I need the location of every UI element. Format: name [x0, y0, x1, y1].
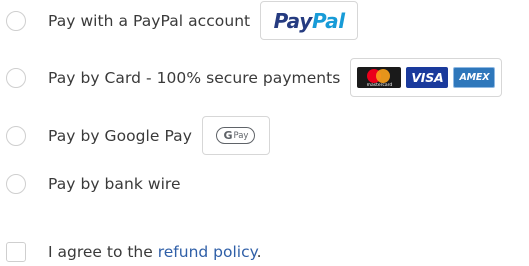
paypal-logo-pal: Pal — [311, 8, 345, 33]
paypal-logo-badge: PayPal — [260, 1, 359, 40]
card-logos-badge: mastercard VISA AMEX — [350, 58, 503, 97]
mastercard-circles-icon — [367, 68, 391, 83]
google-pay-radio[interactable] — [6, 125, 26, 146]
terms-agreement: I agree to the refund policy. — [6, 242, 262, 262]
paypal-option-label: Pay with a PayPal account — [48, 11, 251, 30]
payment-option-card[interactable]: Pay by Card - 100% secure payments maste… — [6, 58, 503, 97]
mastercard-wordmark: mastercard — [366, 82, 393, 88]
google-pay-option-label: Pay by Google Pay — [48, 126, 192, 145]
terms-text: I agree to the refund policy. — [48, 243, 262, 261]
google-pay-word: Pay — [233, 130, 249, 141]
visa-logo: VISA — [406, 67, 449, 88]
paypal-logo: PayPal — [273, 8, 346, 33]
refund-policy-link[interactable]: refund policy — [158, 243, 257, 261]
payment-option-google-pay[interactable]: Pay by Google Pay G Pay — [6, 116, 270, 155]
payment-option-paypal[interactable]: Pay with a PayPal account PayPal — [6, 1, 359, 40]
bank-wire-radio[interactable] — [6, 174, 26, 194]
payment-option-bank-wire[interactable]: Pay by bank wire — [6, 174, 181, 194]
bank-wire-option-label: Pay by bank wire — [48, 175, 181, 193]
mastercard-logo: mastercard — [357, 67, 402, 88]
terms-suffix: . — [256, 243, 262, 261]
paypal-logo-pay: Pay — [273, 8, 313, 33]
card-option-label: Pay by Card - 100% secure payments — [48, 68, 341, 87]
paypal-radio[interactable] — [6, 10, 26, 31]
google-pay-logo-badge: G Pay — [201, 116, 270, 155]
amex-logo: AMEX — [453, 67, 496, 88]
terms-prefix: I agree to the — [48, 243, 158, 261]
refund-policy-checkbox[interactable] — [6, 242, 26, 262]
google-g-icon: G — [223, 129, 233, 142]
google-pay-logo: G Pay — [216, 127, 256, 144]
card-radio[interactable] — [6, 67, 26, 88]
